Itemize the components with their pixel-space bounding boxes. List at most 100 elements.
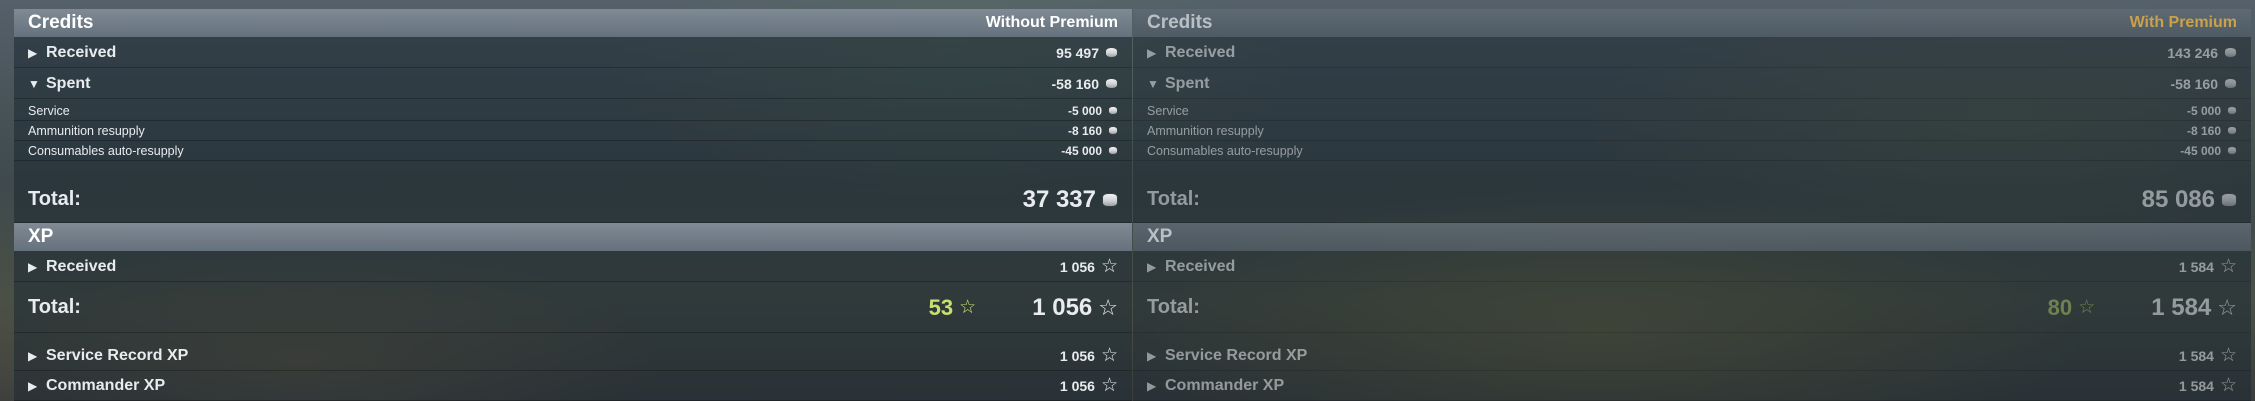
total-value: 85 086: [2141, 185, 2215, 213]
spent-item-value: -45 000: [1061, 143, 1102, 158]
total-value: 37 337: [1022, 185, 1096, 213]
xp-total-row: Total: 53 ☆ 1 056 ☆: [14, 283, 1132, 333]
spent-item-row: Ammunition resupply -8 160: [1133, 121, 2251, 141]
expand-icon[interactable]: ▶: [1147, 349, 1165, 363]
star-icon: ☆: [2078, 297, 2096, 318]
star-icon: ☆: [2219, 256, 2237, 277]
expand-icon[interactable]: ▶: [28, 379, 46, 393]
spent-item-value: -5 000: [1067, 103, 1102, 118]
commander-value: 1 056: [1059, 377, 1095, 394]
star-icon: ☆: [1098, 294, 1118, 320]
service-record-xp-row[interactable]: ▶ Service Record XP 1 584 ☆: [1133, 341, 2251, 371]
service-record-value: 1 584: [2178, 347, 2214, 364]
spent-item-value: -45 000: [2180, 143, 2221, 158]
spent-item-label: Consumables auto-resupply: [1147, 143, 1303, 158]
xp-received-value: 1 056: [1059, 258, 1095, 275]
service-record-value: 1 056: [1059, 347, 1095, 364]
star-icon: ☆: [2217, 294, 2237, 320]
credits-icon: [1108, 126, 1118, 135]
collapse-icon[interactable]: ▼: [28, 77, 46, 91]
star-icon: ☆: [1100, 375, 1118, 396]
service-record-xp-row[interactable]: ▶ Service Record XP 1 056 ☆: [14, 341, 1132, 371]
credits-icon: [2221, 192, 2237, 207]
commander-xp-row[interactable]: ▶ Commander XP 1 584 ☆: [1133, 371, 2251, 401]
service-record-label: Service Record XP: [46, 346, 189, 364]
xp-title: XP: [28, 226, 54, 247]
expand-icon[interactable]: ▶: [1147, 260, 1165, 274]
expand-icon[interactable]: ▶: [28, 46, 46, 60]
xp-total-row: Total: 80 ☆ 1 584 ☆: [1133, 283, 2251, 333]
spent-item-label: Consumables auto-resupply: [28, 143, 184, 158]
total-label: Total:: [1147, 188, 1200, 210]
credits-received-row[interactable]: ▶ Received 143 246: [1133, 38, 2251, 68]
star-icon: ☆: [1100, 345, 1118, 366]
spent-item-value: -8 160: [1067, 123, 1102, 138]
credits-total-row: Total: 37 337: [14, 177, 1132, 223]
credits-total-row: Total: 85 086: [1133, 177, 2251, 223]
star-icon: ☆: [2219, 375, 2237, 396]
xp-received-label: Received: [46, 257, 117, 275]
spent-item-label: Ammunition resupply: [1147, 123, 1264, 138]
xp-bonus: 80 ☆: [2048, 295, 2096, 321]
commander-value: 1 584: [2178, 377, 2214, 394]
xp-total-value: 1 056: [1032, 293, 1093, 321]
spent-item-label: Ammunition resupply: [28, 123, 145, 138]
spent-value: -58 160: [2170, 75, 2218, 92]
credits-title: Credits: [1147, 12, 1213, 33]
xp-received-row[interactable]: ▶ Received 1 056 ☆: [14, 252, 1132, 282]
commander-label: Commander XP: [1165, 376, 1285, 394]
credits-icon: [2224, 47, 2237, 58]
xp-header: XP: [1133, 223, 2251, 251]
spent-item-label: Service: [1147, 103, 1189, 118]
credits-icon: [1108, 146, 1118, 155]
expand-icon[interactable]: ▶: [28, 260, 46, 274]
spent-label: Spent: [1165, 74, 1210, 92]
collapse-icon[interactable]: ▼: [1147, 77, 1165, 91]
spent-item-row: Consumables auto-resupply -45 000: [14, 141, 1132, 161]
credits-spent-row[interactable]: ▼ Spent -58 160: [1133, 69, 2251, 99]
received-value: 95 497: [1056, 44, 1099, 61]
credits-header: Credits With Premium: [1133, 9, 2251, 37]
credits-icon: [2227, 146, 2237, 155]
spent-item-row: Service -5 000: [1133, 101, 2251, 121]
star-icon: ☆: [959, 297, 977, 318]
credits-icon: [1105, 78, 1118, 89]
star-icon: ☆: [1100, 256, 1118, 277]
expand-icon[interactable]: ▶: [28, 349, 46, 363]
service-record-label: Service Record XP: [1165, 346, 1308, 364]
xp-total-value: 1 584: [2151, 293, 2212, 321]
premium-mode-label: With Premium: [2129, 14, 2237, 31]
xp-bonus-value: 53: [928, 294, 954, 320]
xp-bonus-value: 80: [2047, 294, 2073, 320]
received-label: Received: [1165, 43, 1236, 61]
credits-icon: [2224, 78, 2237, 89]
xp-received-value: 1 584: [2178, 258, 2214, 275]
spent-item-row: Ammunition resupply -8 160: [14, 121, 1132, 141]
received-value: 143 246: [2167, 44, 2218, 61]
credits-title: Credits: [28, 12, 94, 33]
received-label: Received: [46, 43, 117, 61]
expand-icon[interactable]: ▶: [1147, 46, 1165, 60]
credits-icon: [2227, 126, 2237, 135]
spent-value: -58 160: [1051, 75, 1099, 92]
spent-item-value: -8 160: [2186, 123, 2221, 138]
xp-received-row[interactable]: ▶ Received 1 584 ☆: [1133, 252, 2251, 282]
credits-header: Credits Without Premium: [14, 9, 1132, 37]
credits-received-row[interactable]: ▶ Received 95 497: [14, 38, 1132, 68]
credits-spent-row[interactable]: ▼ Spent -58 160: [14, 69, 1132, 99]
xp-bonus: 53 ☆: [929, 295, 977, 321]
expand-icon[interactable]: ▶: [1147, 379, 1165, 393]
credits-panel-without-premium: Credits Without Premium ▶ Received 95 497…: [14, 9, 1132, 401]
credits-icon: [1105, 47, 1118, 58]
commander-xp-row[interactable]: ▶ Commander XP 1 056 ☆: [14, 371, 1132, 401]
spent-item-label: Service: [28, 103, 70, 118]
credits-panel-with-premium: Credits With Premium ▶ Received 143 246 ▼…: [1133, 9, 2251, 401]
xp-total-label: Total:: [1147, 296, 1200, 318]
xp-header: XP: [14, 223, 1132, 251]
total-label: Total:: [28, 188, 81, 210]
credits-icon: [1102, 192, 1118, 207]
xp-total-label: Total:: [28, 296, 81, 318]
premium-mode-label: Without Premium: [985, 14, 1118, 31]
xp-received-label: Received: [1165, 257, 1236, 275]
spent-item-row: Service -5 000: [14, 101, 1132, 121]
